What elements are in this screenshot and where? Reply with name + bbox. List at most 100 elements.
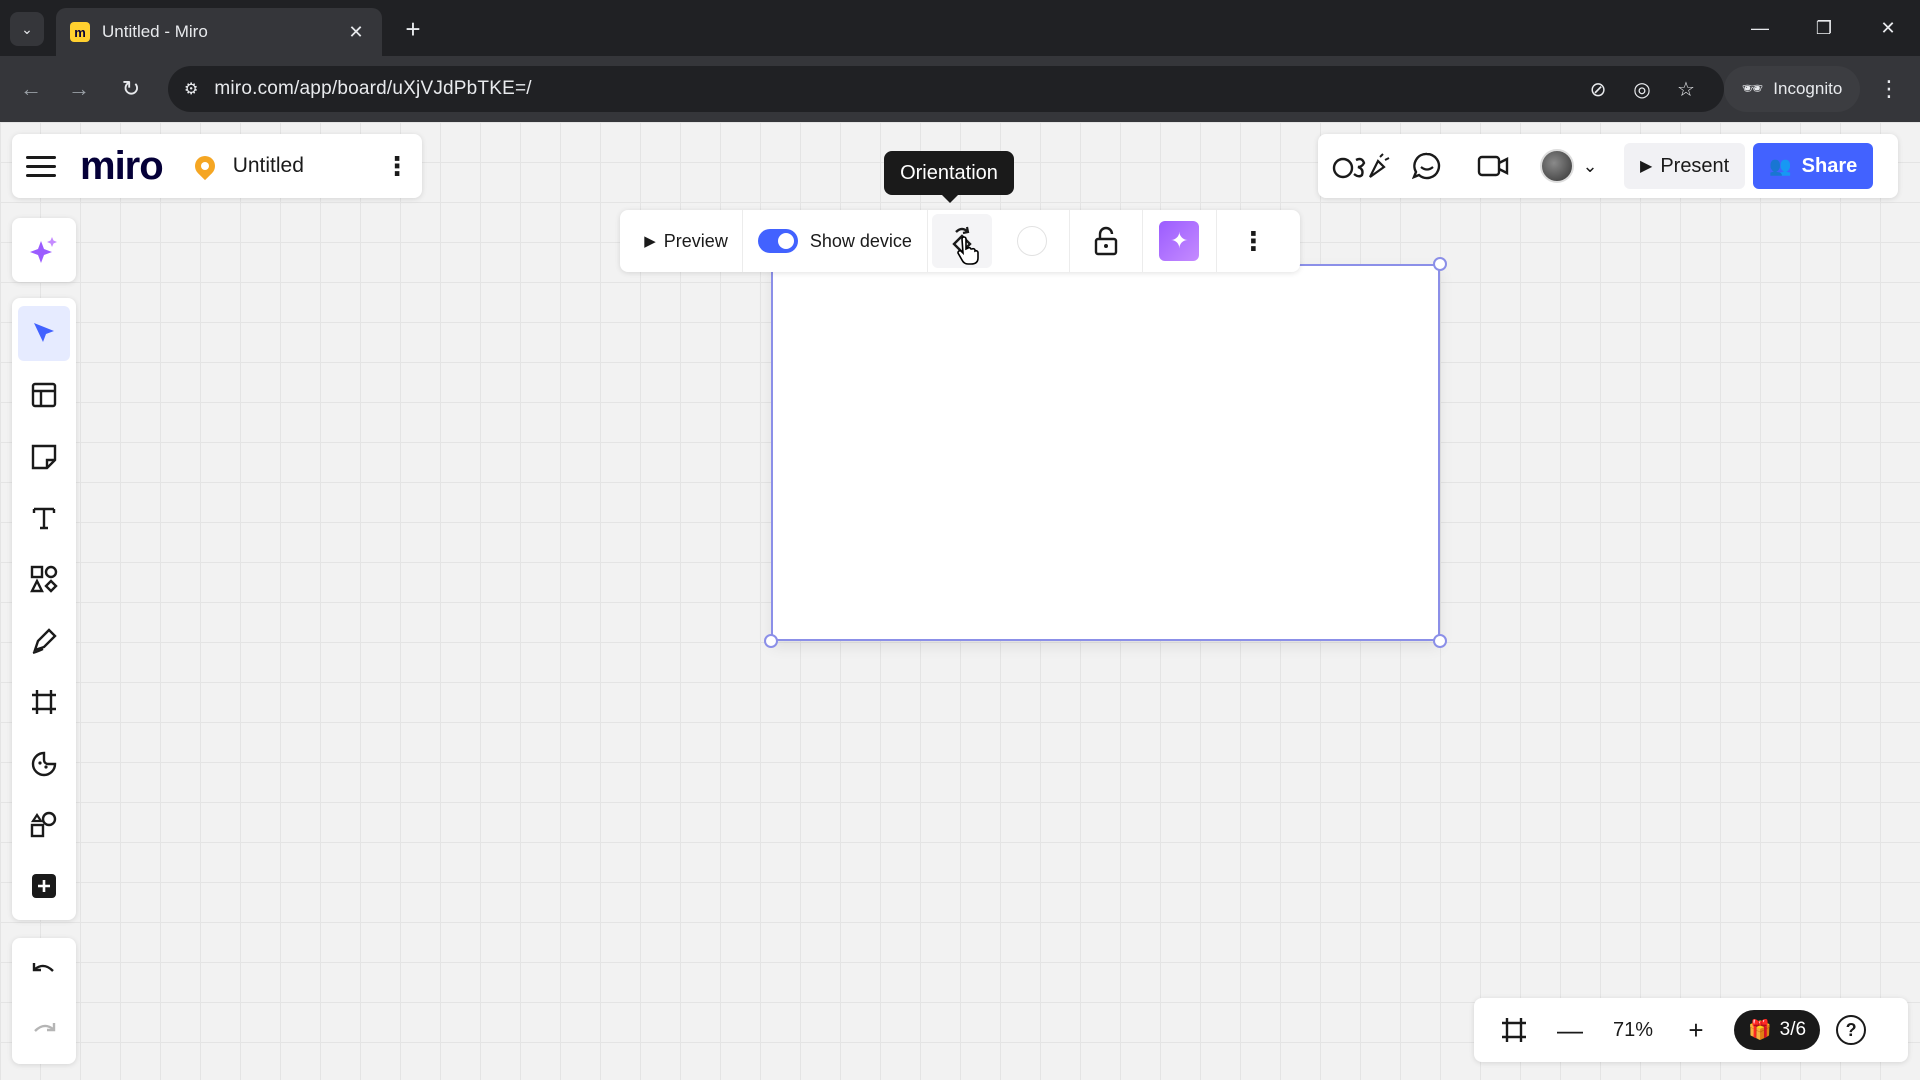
gift-icon: 🎁	[1748, 1020, 1772, 1041]
pen-icon	[32, 628, 57, 654]
arrow-left-icon: ←	[20, 76, 42, 101]
collaborators-dropdown[interactable]: ⌄	[1526, 144, 1612, 188]
browser-toolbar: ← → ↻ ⚙ miro.com/app/board/uXjVJdPbTKE=/…	[0, 56, 1920, 122]
pen-tool[interactable]	[18, 613, 70, 668]
browser-tab[interactable]: m Untitled - Miro ✕	[56, 8, 382, 56]
show-device-label: Show device	[809, 230, 912, 251]
shapes-tool[interactable]	[18, 552, 70, 607]
plus-icon: +	[1688, 1014, 1704, 1045]
board-title[interactable]: Untitled	[233, 154, 384, 178]
fill-color-button[interactable]	[996, 210, 1070, 272]
pointer-glyph	[957, 236, 979, 265]
show-device-toggle[interactable]: Show device	[743, 210, 928, 272]
text-tool[interactable]	[18, 490, 70, 545]
chat-icon[interactable]	[1394, 144, 1460, 188]
zoom-in-button[interactable]: +	[1668, 1006, 1724, 1054]
forward-button[interactable]: →	[62, 72, 96, 106]
close-tab-icon[interactable]: ✕	[344, 22, 368, 43]
zoom-panel: — 71% + 🎁 3/6 ?	[1474, 998, 1908, 1062]
incognito-badge[interactable]: 🕶 Incognito	[1724, 66, 1860, 112]
kebab-icon: ⋮	[1878, 76, 1900, 101]
kebab-icon: ⋮	[1240, 225, 1267, 256]
board-header-panel: miro Untitled ⋮	[12, 134, 422, 198]
minimize-button[interactable]: —	[1728, 0, 1792, 56]
collaboration-panel: ⌄ ▶ Present 👥 Share	[1318, 134, 1898, 198]
templates-tool[interactable]	[18, 367, 70, 422]
close-window-button[interactable]: ✕	[1856, 0, 1920, 56]
left-toolbar	[12, 298, 76, 920]
board-menu-kebab-icon[interactable]: ⋮	[384, 151, 410, 182]
stickers-tool[interactable]	[18, 736, 70, 791]
ai-generate-button[interactable]: ✦	[1143, 210, 1217, 272]
cursor-arrow-icon	[34, 322, 54, 342]
history-panel	[12, 938, 76, 1064]
camera-off-icon[interactable]: ⊘	[1576, 77, 1620, 102]
present-button[interactable]: ▶ Present	[1624, 143, 1746, 189]
miro-favicon-icon: m	[70, 22, 90, 42]
help-icon[interactable]: ?	[1836, 1015, 1867, 1045]
templates-icon	[31, 382, 57, 408]
checklist-progress-button[interactable]: 🎁 3/6	[1734, 1010, 1821, 1050]
chevron-down-icon: ⌄	[21, 20, 33, 37]
redo-button[interactable]	[18, 1004, 70, 1058]
zoom-out-button[interactable]: —	[1542, 1006, 1598, 1054]
resize-handle-top-right[interactable]	[1433, 257, 1447, 271]
resize-handle-bottom-right[interactable]	[1433, 634, 1447, 648]
checklist-progress: 3/6	[1779, 1019, 1807, 1040]
share-label: Share	[1801, 154, 1858, 177]
frame-tool[interactable]	[18, 674, 70, 729]
reload-icon: ↻	[121, 76, 141, 101]
chevron-down-icon: ⌄	[1582, 155, 1598, 176]
browser-menu-button[interactable]: ⋮	[1872, 72, 1906, 106]
diagram-tool[interactable]	[18, 797, 70, 852]
present-label: Present	[1660, 154, 1730, 177]
reactions-glyph	[1332, 153, 1390, 179]
reactions-icon[interactable]	[1328, 144, 1394, 188]
preview-label: Preview	[663, 230, 728, 251]
ai-sparkle-icon[interactable]	[29, 235, 59, 265]
zoom-level[interactable]: 71%	[1598, 1019, 1668, 1042]
fit-to-screen-button[interactable]	[1486, 1006, 1542, 1054]
back-button[interactable]: ←	[14, 72, 48, 106]
tab-title: Untitled - Miro	[102, 22, 208, 41]
lock-button[interactable]	[1070, 210, 1144, 272]
share-people-icon: 👥	[1769, 155, 1792, 176]
plus-square-icon	[32, 874, 56, 899]
url-text[interactable]: miro.com/app/board/uXjVJdPbTKE=/	[214, 78, 1576, 100]
sticky-note-tool[interactable]	[18, 429, 70, 484]
hamburger-menu-icon[interactable]	[26, 155, 56, 177]
reload-button[interactable]: ↻	[114, 72, 148, 106]
share-button[interactable]: 👥 Share	[1753, 143, 1874, 189]
tab-search-button[interactable]: ⌄	[10, 12, 44, 46]
orientation-tooltip: Orientation	[884, 151, 1014, 203]
frame-fit-icon	[1502, 1018, 1526, 1042]
restore-button[interactable]: ❐	[1792, 0, 1856, 56]
ai-assist-panel	[12, 218, 76, 282]
device-frame[interactable]	[771, 264, 1440, 641]
hand-pointer-cursor-icon	[955, 236, 979, 273]
miro-logo[interactable]: miro	[80, 146, 164, 186]
browser-tab-bar: ⌄ m Untitled - Miro ✕ + — ❐ ✕	[0, 0, 1920, 56]
more-apps-tool[interactable]	[18, 859, 70, 914]
text-icon	[32, 507, 56, 530]
undo-button[interactable]	[18, 944, 70, 998]
shapes-icon	[30, 566, 58, 594]
video-call-icon[interactable]	[1460, 144, 1526, 188]
address-bar[interactable]: ⚙ miro.com/app/board/uXjVJdPbTKE=/ ⊘ ◎ ☆	[168, 66, 1724, 112]
diagram-shapes-icon	[30, 811, 57, 838]
star-icon[interactable]: ☆	[1664, 77, 1708, 102]
play-icon: ▶	[644, 233, 656, 250]
resize-handle-bottom-left[interactable]	[764, 634, 778, 648]
chat-glyph	[1412, 152, 1441, 180]
window-controls: — ❐ ✕	[1728, 0, 1920, 56]
new-tab-button[interactable]: +	[396, 12, 430, 46]
incognito-icon: 🕶	[1741, 79, 1764, 98]
more-options-button[interactable]: ⋮	[1217, 210, 1290, 272]
eye-off-icon[interactable]: ◎	[1620, 77, 1664, 102]
select-tool[interactable]	[18, 306, 70, 362]
site-info-icon[interactable]: ⚙	[184, 79, 198, 99]
preview-button[interactable]: ▶ Preview	[630, 210, 744, 272]
location-pin-icon	[190, 151, 219, 181]
sticker-icon	[31, 751, 57, 776]
toggle-switch[interactable]	[757, 229, 798, 253]
